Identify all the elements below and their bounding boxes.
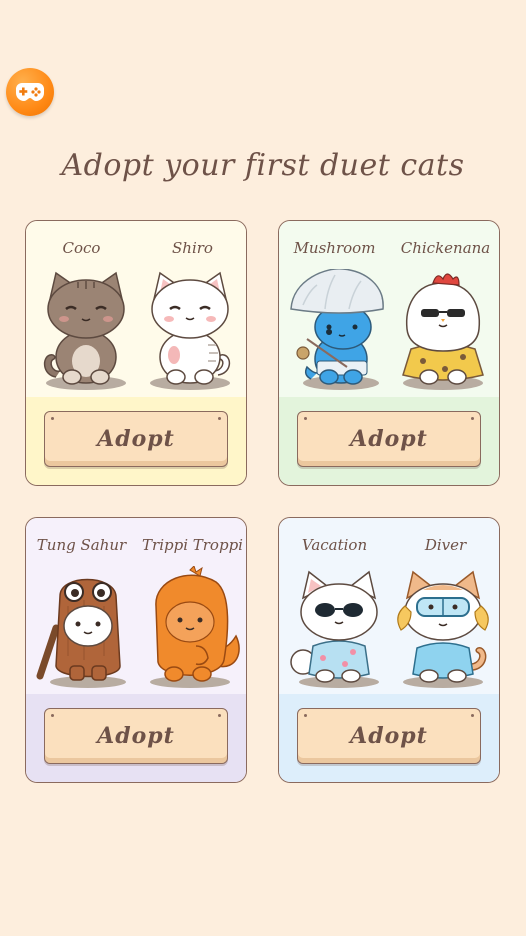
cat-card-coco-shiro: Coco Shiro Adopt bbox=[25, 220, 247, 486]
gamepad-button[interactable] bbox=[6, 68, 54, 116]
cat-card-vacation-diver: Vacation Diver Adopt bbox=[278, 517, 500, 783]
cat-card-mushroom-chickenana: Mushroom Chickenana Adopt bbox=[278, 220, 500, 486]
cat-name-left: Tung Sahur bbox=[36, 536, 127, 554]
adopt-button[interactable]: Adopt bbox=[297, 708, 481, 764]
cat-card-tungsahur-trippitroppi: Tung Sahur Trippi Troppi Adopt bbox=[25, 517, 247, 783]
vacation-cat-image bbox=[290, 570, 379, 688]
cat-name-right: Trippi Troppi bbox=[142, 536, 243, 554]
cat-name-left: Vacation bbox=[301, 536, 368, 554]
cat-name-left: Coco bbox=[62, 239, 101, 257]
gamepad-icon bbox=[16, 83, 44, 101]
diver-cat-image bbox=[397, 570, 489, 688]
cat-name-left: Mushroom bbox=[293, 239, 376, 257]
adopt-button-label: Adopt bbox=[97, 723, 175, 749]
trippi-troppi-cat-image bbox=[150, 566, 240, 688]
adopt-button-label: Adopt bbox=[97, 426, 175, 452]
adopt-button[interactable]: Adopt bbox=[44, 411, 228, 467]
shiro-cat-image bbox=[150, 271, 231, 390]
coco-cat-image bbox=[43, 271, 126, 390]
adopt-button-label: Adopt bbox=[350, 723, 428, 749]
chickenana-cat-image bbox=[402, 273, 484, 390]
page-title: Adopt your first duet cats bbox=[61, 148, 465, 183]
mushroom-cat-image bbox=[290, 269, 384, 390]
adopt-button[interactable]: Adopt bbox=[44, 708, 228, 764]
adopt-button[interactable]: Adopt bbox=[297, 411, 481, 467]
cat-name-right: Diver bbox=[424, 536, 467, 554]
cat-name-right: Chickenana bbox=[400, 239, 491, 257]
tung-sahur-cat-image bbox=[36, 578, 126, 688]
cat-name-right: Shiro bbox=[172, 239, 213, 257]
adopt-button-label: Adopt bbox=[350, 426, 428, 452]
